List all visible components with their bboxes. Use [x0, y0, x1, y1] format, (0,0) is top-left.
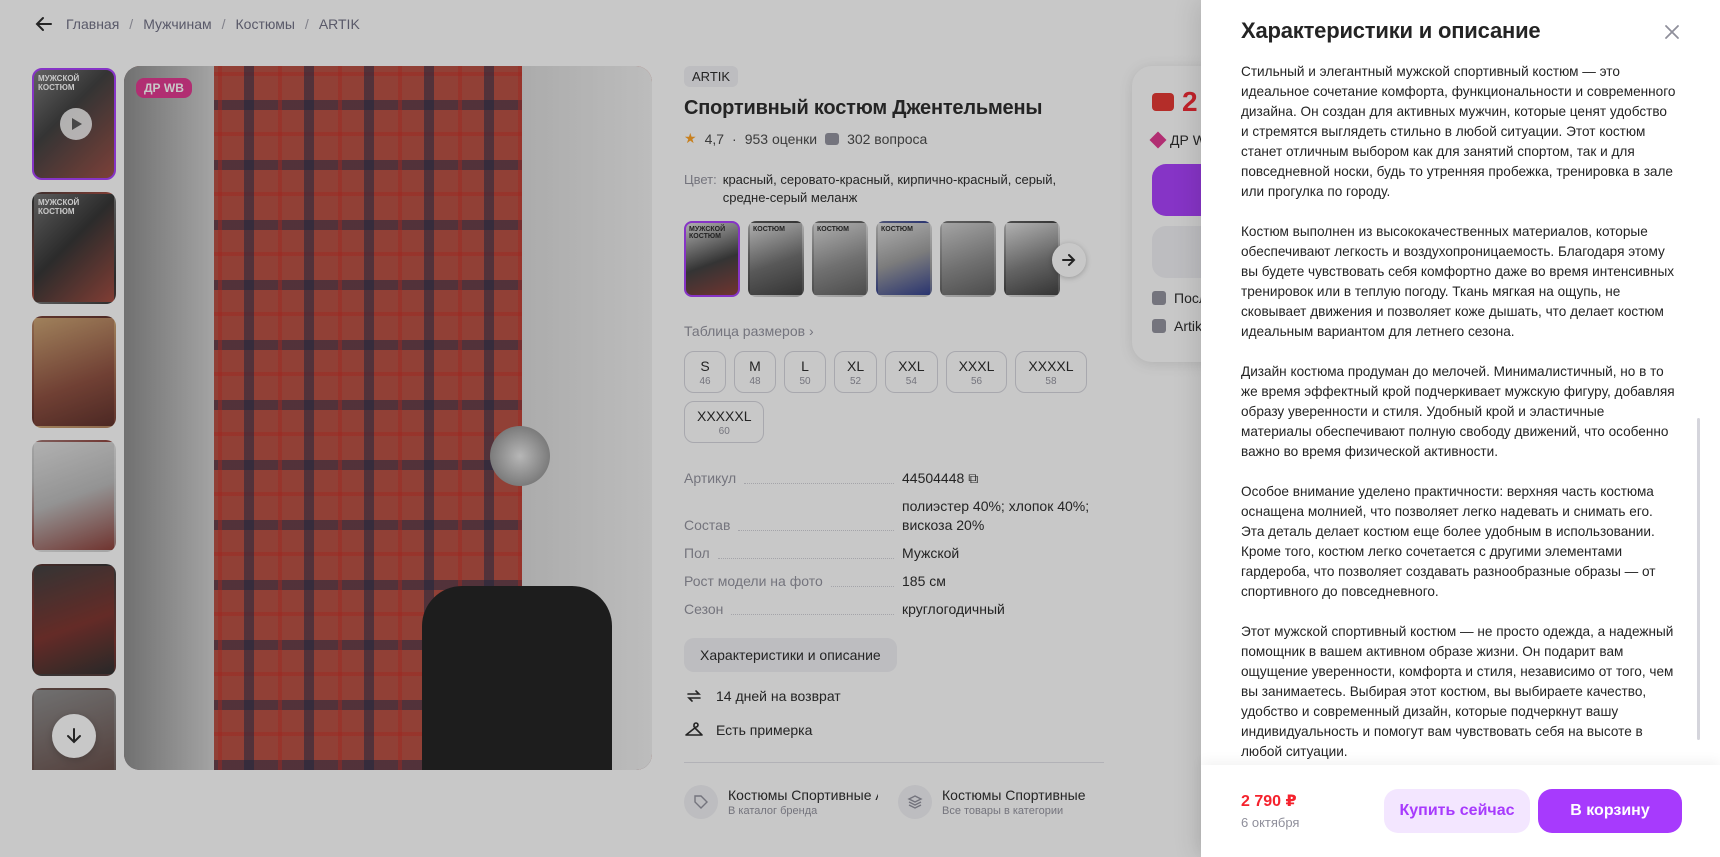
delivery-date: 6 октября — [1241, 815, 1300, 830]
description-paragraph: Дизайн костюма продуман до мелочей. Мини… — [1241, 364, 1675, 459]
close-icon[interactable] — [1660, 20, 1684, 44]
description-drawer: Характеристики и описание Стильный и эле… — [1201, 0, 1720, 857]
description-paragraph: Этот мужской спортивный костюм — не прос… — [1241, 624, 1674, 759]
description-paragraph: Костюм выполнен из высококачественных ма… — [1241, 224, 1675, 339]
footer-price: 2 790 ₽ — [1241, 793, 1297, 810]
add-to-cart-button[interactable]: В корзину — [1538, 789, 1682, 833]
drawer-footer: 2 790 ₽ 6 октября Купить сейчас В корзин… — [1201, 765, 1720, 857]
description-paragraph: Стильный и элегантный мужской спортивный… — [1241, 64, 1676, 199]
drawer-description: Стильный и элегантный мужской спортивный… — [1241, 62, 1677, 762]
drawer-scrollbar[interactable] — [1697, 418, 1700, 740]
drawer-title: Характеристики и описание — [1241, 18, 1541, 43]
buy-now-button[interactable]: Купить сейчас — [1384, 789, 1530, 833]
description-paragraph: Особое внимание уделено практичности: ве… — [1241, 484, 1656, 599]
